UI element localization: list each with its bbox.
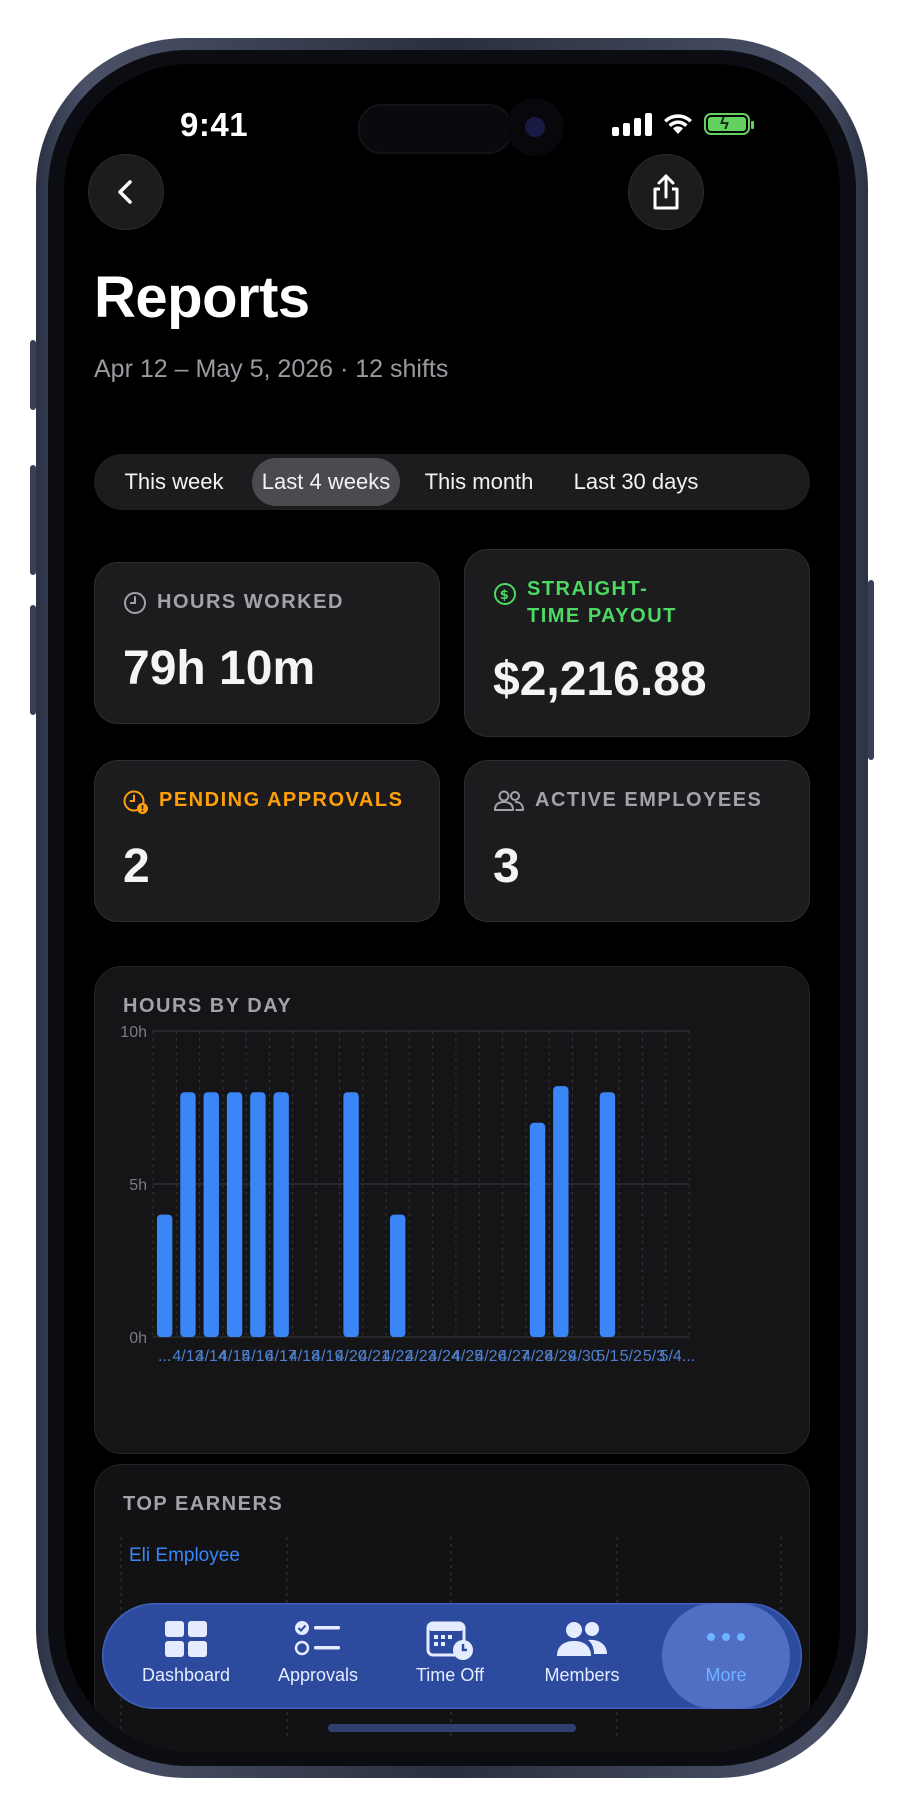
active-employees-card[interactable]: ACTIVE EMPLOYEES 3 — [464, 760, 810, 922]
chevron-left-icon — [118, 180, 132, 204]
chart-bar — [529, 1122, 546, 1337]
hours-by-day-card: HOURS BY DAY 10h 5h 0h... 4/13 4/14 4/15 4/16 4… — [94, 966, 810, 1454]
chart-bar — [226, 1092, 243, 1337]
x-tick-label: 5/1 — [596, 1348, 618, 1365]
status-icons: ϟ — [612, 112, 754, 136]
people-icon — [494, 790, 524, 811]
svg-text:$: $ — [500, 588, 511, 603]
range-tab-this-month[interactable]: This month — [404, 458, 554, 506]
share-icon — [653, 174, 679, 210]
y-tick-label: 0h — [129, 1330, 147, 1347]
range-tab-this-week[interactable]: This week — [100, 458, 248, 506]
tab-dashboard[interactable]: Dashboard — [126, 1603, 246, 1709]
chart-bar — [553, 1086, 569, 1337]
share-button[interactable] — [628, 154, 704, 230]
tab-dashboard-label: Dashboard — [141, 1665, 231, 1685]
range-tab-last-30-days[interactable]: Last 30 days — [562, 458, 710, 506]
date-range-selector: This week Last 4 weeks This month Last 3… — [94, 454, 810, 510]
hours-worked-value: 79h 10m — [123, 642, 316, 695]
hours-by-day-chart: 10h5h0h... 4/134/144/154/164/174/184/194/… — [120, 1024, 696, 1365]
clock-icon — [124, 592, 146, 614]
range-tab-last-4-weeks[interactable]: Last 4 weeks — [252, 458, 400, 506]
ellipsis-icon — [707, 1633, 745, 1641]
dashboard-grid-icon — [165, 1621, 207, 1657]
status-time: 9:41 — [180, 106, 249, 143]
tab-more-label: More — [705, 1665, 747, 1685]
tab-time-off[interactable]: Time Off — [390, 1603, 510, 1709]
volume-up-button — [30, 465, 36, 575]
y-tick-label: 5h — [129, 1177, 147, 1194]
wifi-icon — [664, 114, 692, 134]
camera-icon — [506, 98, 564, 156]
top-earners-title: TOP EARNERS — [123, 1493, 284, 1515]
home-indicator — [328, 1724, 576, 1732]
payout-value: $2,216.88 — [493, 653, 707, 706]
page-title: Reports — [94, 265, 310, 330]
active-employees-label: ACTIVE EMPLOYEES — [535, 789, 763, 811]
chart-bar — [203, 1092, 219, 1337]
tab-time-off-label: Time Off — [415, 1665, 484, 1685]
back-button[interactable] — [88, 154, 164, 230]
cellular-signal-icon — [612, 112, 652, 136]
straight-time-payout-card[interactable]: $ STRAIGHT- TIME PAYOUT $2,216.88 — [464, 549, 810, 737]
calendar-clock-icon — [426, 1621, 473, 1660]
clock-alert-icon — [123, 790, 148, 814]
checklist-icon — [294, 1621, 340, 1656]
chart-bar — [273, 1092, 289, 1337]
payout-label-line1: STRAIGHT- — [527, 578, 649, 600]
hours-worked-card[interactable]: HOURS WORKED 79h 10m — [94, 562, 440, 724]
top-earner-name: Eli Employee — [129, 1545, 240, 1566]
chart-bar — [599, 1092, 616, 1337]
page-subtitle: Apr 12 – May 5, 2026 · 12 shifts — [94, 355, 449, 383]
tab-more[interactable]: More — [662, 1603, 790, 1709]
x-tick-label: 5/2 — [620, 1348, 642, 1365]
volume-down-button — [30, 605, 36, 715]
people-icon — [557, 1622, 607, 1656]
pending-approvals-card[interactable]: PENDING APPROVALS 2 — [94, 760, 440, 922]
chart-bar — [343, 1092, 359, 1337]
chart-bar — [156, 1214, 173, 1337]
tab-approvals-label: Approvals — [277, 1665, 359, 1685]
tab-members[interactable]: Members — [522, 1603, 642, 1709]
dollar-circle-icon: $ — [494, 583, 516, 605]
x-tick-label: 5/4... — [660, 1348, 696, 1365]
power-button — [868, 580, 874, 760]
action-button — [30, 340, 36, 410]
tab-bar: Dashboard Approvals Time Off Members Mor… — [102, 1603, 802, 1709]
x-tick-label: ... — [158, 1348, 171, 1365]
y-tick-label: 10h — [120, 1024, 147, 1041]
payout-label-line2: TIME PAYOUT — [527, 605, 677, 627]
pending-approvals-label: PENDING APPROVALS — [159, 789, 404, 811]
chart-bar — [180, 1092, 196, 1337]
tab-members-label: Members — [544, 1665, 620, 1685]
pending-approvals-value: 2 — [123, 840, 150, 893]
battery-icon: ϟ — [704, 113, 754, 135]
hours-worked-label: HOURS WORKED — [157, 591, 344, 613]
x-tick-label: 4/30 — [569, 1348, 600, 1365]
chart-bar — [250, 1092, 266, 1337]
tab-approvals[interactable]: Approvals — [258, 1603, 378, 1709]
chart-bar — [390, 1214, 406, 1337]
active-employees-value: 3 — [493, 840, 520, 893]
screen: 9:41 ϟ Reports Apr 12 – May 5, 2026 · 12 — [64, 64, 840, 1752]
